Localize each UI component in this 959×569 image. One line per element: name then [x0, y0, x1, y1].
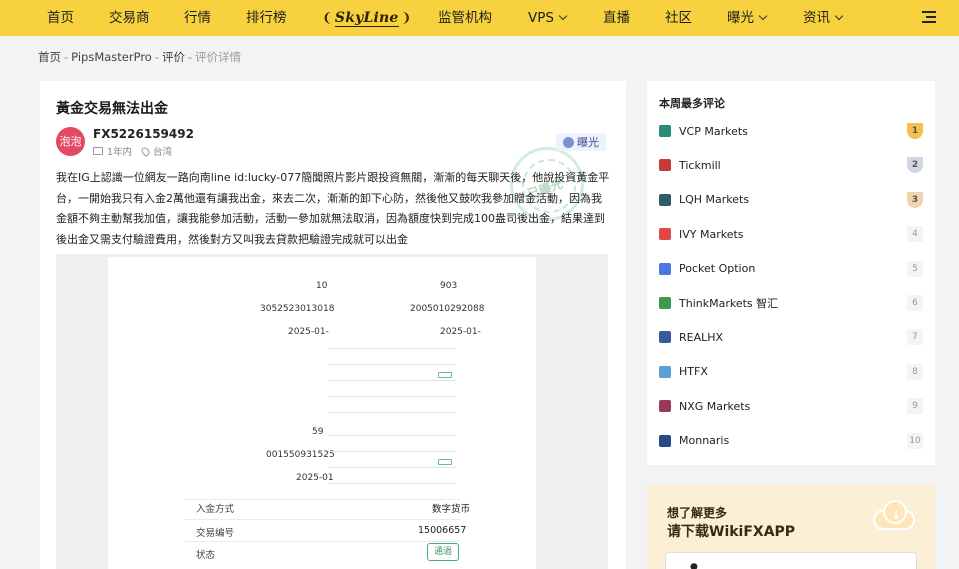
breadcrumb: 首页 - PipsMasterPro - 评价 - 评价详情 [38, 50, 242, 64]
rank-badge: 10 [907, 432, 923, 449]
broker-item[interactable]: ThinkMarkets 智汇 6 [659, 294, 923, 312]
nav-news[interactable]: 资讯 [803, 0, 844, 36]
broker-item[interactable]: Tickmill 2 [659, 156, 923, 174]
broker-name: HTFX [679, 365, 708, 379]
post-image[interactable]: 10 3052523013018 2025-01- 903 2005010292… [56, 254, 608, 569]
broker-name: REALHX [679, 330, 724, 344]
breadcrumb-reviews[interactable]: 评价 [162, 50, 185, 64]
calendar-icon [93, 147, 103, 155]
nav-vps[interactable]: VPS [528, 0, 568, 36]
menu-icon[interactable] [922, 11, 936, 25]
sidebar-title: 本周最多评论 [659, 97, 725, 110]
promo-line1: 想了解更多 [667, 506, 728, 520]
broker-name: Monnaris [679, 434, 730, 448]
broker-item[interactable]: Pocket Option 5 [659, 260, 923, 278]
rank-badge: 3 [907, 191, 923, 208]
nav-quotes[interactable]: 行情 [184, 0, 211, 36]
broker-logo-icon [659, 331, 671, 344]
nav-regulators[interactable]: 监管机构 [438, 0, 492, 36]
status-badge: 通過 [427, 543, 459, 561]
broker-logo-icon [659, 228, 671, 241]
rank-badge: 4 [907, 226, 923, 243]
post-meta: 1年内 台湾 [93, 144, 172, 158]
post-location: 台湾 [153, 147, 173, 158]
broker-item[interactable]: IVY Markets 4 [659, 225, 923, 243]
broker-name: Tickmill [679, 158, 721, 172]
rank-badge: 8 [907, 363, 923, 380]
rank-badge: 9 [907, 398, 923, 415]
receipt-screenshot: 10 3052523013018 2025-01- 903 2005010292… [108, 257, 536, 569]
nav-community[interactable]: 社区 [665, 0, 692, 36]
rank-badge: 1 [907, 123, 923, 139]
post-duration: 1年内 [107, 147, 133, 158]
promo-line2: 请下载WikiFXAPP [667, 524, 796, 540]
store-button[interactable]: ● [665, 552, 917, 569]
broker-logo-icon [659, 297, 671, 309]
broker-logo-icon [659, 159, 671, 172]
broker-logo-icon [659, 434, 671, 447]
chevron-down-icon [558, 11, 568, 21]
avatar[interactable]: 泡泡 [56, 127, 85, 156]
skyline-logo[interactable]: ❨ SkyLine ❩ [322, 6, 411, 30]
post-card: 黃金交易無法出金 泡泡 FX5226159492 1年内 台湾 已曝光 曝光 我… [40, 81, 626, 569]
exposure-badge: 曝光 [556, 133, 606, 151]
top-nav: 首页 交易商 行情 排行榜 ❨ SkyLine ❩ 监管机构 VPS 直播 社区… [0, 0, 959, 36]
post-title: 黃金交易無法出金 [56, 101, 168, 117]
broker-item[interactable]: NXG Markets 9 [659, 397, 923, 415]
breadcrumb-broker[interactable]: PipsMasterPro [71, 50, 152, 64]
rank-badge: 6 [907, 295, 923, 311]
nav-live[interactable]: 直播 [603, 0, 630, 36]
broker-logo-icon [659, 262, 671, 275]
broker-logo-icon [659, 365, 671, 378]
broker-name: NXG Markets [679, 399, 751, 413]
breadcrumb-current: 评价详情 [195, 50, 242, 64]
broker-name: IVY Markets [679, 227, 744, 241]
broker-logo-icon [659, 400, 671, 413]
rank-badge: 2 [907, 157, 923, 174]
app-download-promo: 想了解更多 请下载WikiFXAPP ↓ ● [647, 484, 935, 569]
nav-rankings[interactable]: 排行榜 [246, 0, 287, 36]
sad-face-icon [563, 136, 574, 148]
laurel-right-icon: ❩ [400, 10, 412, 26]
post-body: 我在IG上認識一位網友一路向南line id:lucky-077簡聞照片影片跟投… [56, 171, 610, 246]
location-pin-icon [139, 145, 152, 157]
nav-brokers[interactable]: 交易商 [109, 0, 150, 36]
broker-name: Pocket Option [679, 262, 756, 276]
top-commented-sidebar: 本周最多评论 VCP Markets 1 Tickmill 2 LQH Markets 3… [647, 81, 935, 465]
rank-badge: 5 [907, 260, 923, 277]
broker-name: LQH Markets [679, 193, 750, 207]
broker-item[interactable]: REALHX 7 [659, 328, 923, 346]
nav-home[interactable]: 首页 [47, 0, 74, 36]
chevron-down-icon [758, 11, 768, 21]
nav-exposure[interactable]: 曝光 [727, 0, 768, 36]
cloud-download-icon: ↓ [867, 498, 919, 532]
broker-name: ThinkMarkets 智汇 [679, 297, 779, 310]
broker-item[interactable]: HTFX 8 [659, 363, 923, 381]
broker-logo-icon [659, 125, 671, 137]
breadcrumb-home[interactable]: 首页 [38, 50, 61, 64]
broker-item[interactable]: VCP Markets 1 [659, 122, 923, 140]
broker-logo-icon [659, 193, 671, 206]
rank-badge: 7 [907, 329, 923, 346]
broker-item[interactable]: Monnaris 10 [659, 432, 923, 450]
laurel-left-icon: ❨ [322, 10, 333, 26]
broker-item[interactable]: LQH Markets 3 [659, 191, 923, 209]
apple-icon: ● [690, 562, 698, 569]
chevron-down-icon [834, 11, 844, 21]
username[interactable]: FX5226159492 [93, 127, 194, 141]
broker-name: VCP Markets [679, 124, 748, 138]
